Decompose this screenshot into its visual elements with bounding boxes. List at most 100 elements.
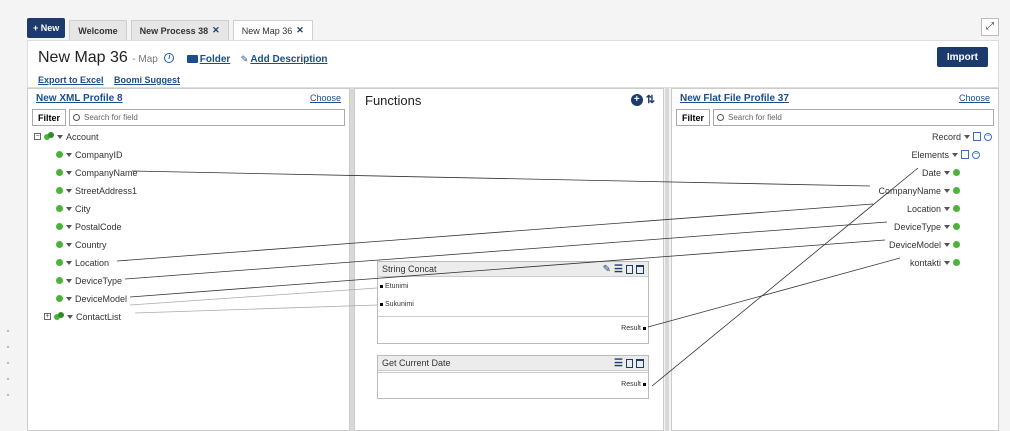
collapse-icon[interactable]: − <box>984 132 992 141</box>
add-description-link[interactable]: ✎ Add Description <box>241 49 328 66</box>
destination-profile-panel: New Flat File Profile 37 Choose Filter S… <box>671 88 999 431</box>
caret-down-icon <box>66 242 72 247</box>
collapse-icon[interactable]: − <box>972 150 980 159</box>
caret-down-icon <box>66 188 72 193</box>
search-input[interactable]: Search for field <box>713 109 994 126</box>
filter-button[interactable]: Filter <box>32 109 67 126</box>
element-icon <box>953 241 960 248</box>
resize-handle[interactable] <box>7 330 9 410</box>
trash-icon[interactable] <box>636 264 644 274</box>
expand-icon[interactable]: + <box>44 313 51 320</box>
tree-field-companyname[interactable]: CompanyName <box>878 182 960 199</box>
tree-label: CompanyName <box>878 185 941 196</box>
connector-dot[interactable] <box>643 383 646 386</box>
connector-dot[interactable] <box>643 327 646 330</box>
choose-destination-link[interactable]: Choose <box>959 93 990 103</box>
folder-icon <box>186 55 198 63</box>
tree-field-streetaddress1[interactable]: StreetAddress1 <box>56 182 137 199</box>
element-group-icon <box>54 312 64 321</box>
tab-welcome[interactable]: Welcome <box>69 20 127 40</box>
panel-header: New Flat File Profile 37 Choose <box>672 89 998 107</box>
boomi-suggest-link[interactable]: Boomi Suggest <box>114 75 180 85</box>
tree-record[interactable]: Record − <box>932 128 992 145</box>
tree-label: Account <box>66 131 99 142</box>
close-icon[interactable]: ✕ <box>212 25 220 36</box>
function-tools: ☰ <box>614 358 644 369</box>
tree-field-postalcode[interactable]: PostalCode <box>56 218 122 235</box>
tree-field-date[interactable]: Date <box>922 164 960 181</box>
functions-toolbar: + ⇅ <box>630 94 655 106</box>
function-output[interactable]: Result <box>621 381 646 388</box>
divider <box>378 372 648 373</box>
tree-field-location[interactable]: Location <box>56 254 109 271</box>
function-string-concat[interactable]: String Concat ✎ ☰ Etunimi Sukunimi Resul… <box>377 261 649 344</box>
caret-down-icon <box>66 260 72 265</box>
element-icon <box>953 223 960 230</box>
tree-elements[interactable]: Elements − <box>911 146 980 163</box>
tree-label: CompanyName <box>75 167 138 178</box>
new-button[interactable]: + New <box>27 18 66 38</box>
tab-new-map-36[interactable]: New Map 36 ✕ <box>232 20 313 40</box>
splitter[interactable] <box>665 88 669 431</box>
caret-down-icon <box>66 206 72 211</box>
import-button[interactable]: Import <box>936 47 988 67</box>
folder-link[interactable]: Folder <box>186 49 230 66</box>
destination-profile-title[interactable]: New Flat File Profile 37 <box>680 93 789 104</box>
tree-root-account[interactable]: − Account <box>34 128 99 145</box>
function-get-current-date[interactable]: Get Current Date ☰ Result <box>377 355 649 399</box>
list-icon[interactable]: ☰ <box>614 264 623 275</box>
tree-field-country[interactable]: Country <box>56 236 107 253</box>
collapse-icon[interactable]: − <box>34 133 41 140</box>
filter-button[interactable]: Filter <box>676 109 711 126</box>
element-icon <box>953 259 960 266</box>
tree-field-devicetype[interactable]: DeviceType <box>56 272 122 289</box>
tree-field-devicemodel[interactable]: DeviceModel <box>889 236 960 253</box>
trash-icon[interactable] <box>636 358 644 368</box>
search-icon <box>717 114 725 121</box>
add-function-icon[interactable]: + <box>630 94 643 106</box>
tree-field-devicemodel[interactable]: DeviceModel <box>56 290 127 307</box>
tab-bar: + New Welcome New Process 38 ✕ New Map 3… <box>27 16 999 40</box>
search-placeholder: Search for field <box>84 113 138 122</box>
choose-source-link[interactable]: Choose <box>310 93 341 103</box>
connector-dot[interactable] <box>380 303 383 306</box>
connector-dot[interactable] <box>380 285 383 288</box>
tree-label: Location <box>75 257 110 268</box>
tree-field-kontakti[interactable]: kontakti <box>910 254 960 271</box>
element-icon <box>56 295 63 302</box>
export-to-excel-link[interactable]: Export to Excel <box>38 75 104 85</box>
function-output[interactable]: Result <box>621 325 646 332</box>
tab-label: Welcome <box>78 25 118 36</box>
sort-icon[interactable]: ⇅ <box>646 94 655 106</box>
function-input[interactable]: Etunimi <box>380 283 408 290</box>
map-editor: + New Welcome New Process 38 ✕ New Map 3… <box>0 0 1010 431</box>
tree-field-location[interactable]: Location <box>907 200 960 217</box>
tree-label: DeviceType <box>893 221 941 232</box>
map-name: New Map 36 <box>38 49 128 66</box>
function-header: Get Current Date ☰ <box>378 356 648 371</box>
function-input[interactable]: Sukunimi <box>380 301 414 308</box>
expand-icon[interactable]: ⤢ <box>981 18 999 36</box>
caret-down-icon <box>944 206 950 211</box>
tree-field-city[interactable]: City <box>56 200 91 217</box>
element-icon <box>56 187 63 194</box>
tree-label: Location <box>906 203 941 214</box>
output-label: Result <box>621 325 641 332</box>
edit-icon[interactable]: ✎ <box>603 264 611 275</box>
copy-icon[interactable] <box>626 264 633 274</box>
close-icon[interactable]: ✕ <box>296 25 304 36</box>
tree-field-devicetype[interactable]: DeviceType <box>894 218 960 235</box>
search-input[interactable]: Search for field <box>69 109 345 126</box>
info-icon[interactable]: i <box>164 53 175 63</box>
tab-new-process-38[interactable]: New Process 38 ✕ <box>130 20 229 40</box>
copy-icon[interactable] <box>626 358 633 368</box>
list-icon[interactable]: ☰ <box>614 358 623 369</box>
map-header: New Map 36 - Map i Folder ✎ Add Descripti… <box>27 40 999 88</box>
tree-field-companyname[interactable]: CompanyName <box>56 164 138 181</box>
tab-label: New Process 38 <box>139 25 209 36</box>
tree-group-contactlist[interactable]: + ContactList <box>44 308 121 325</box>
caret-down-icon <box>66 278 72 283</box>
source-profile-title[interactable]: New XML Profile 8 <box>36 93 123 104</box>
tree-field-companyid[interactable]: CompanyID <box>56 146 123 163</box>
tab-label: New Map 36 <box>241 25 293 36</box>
